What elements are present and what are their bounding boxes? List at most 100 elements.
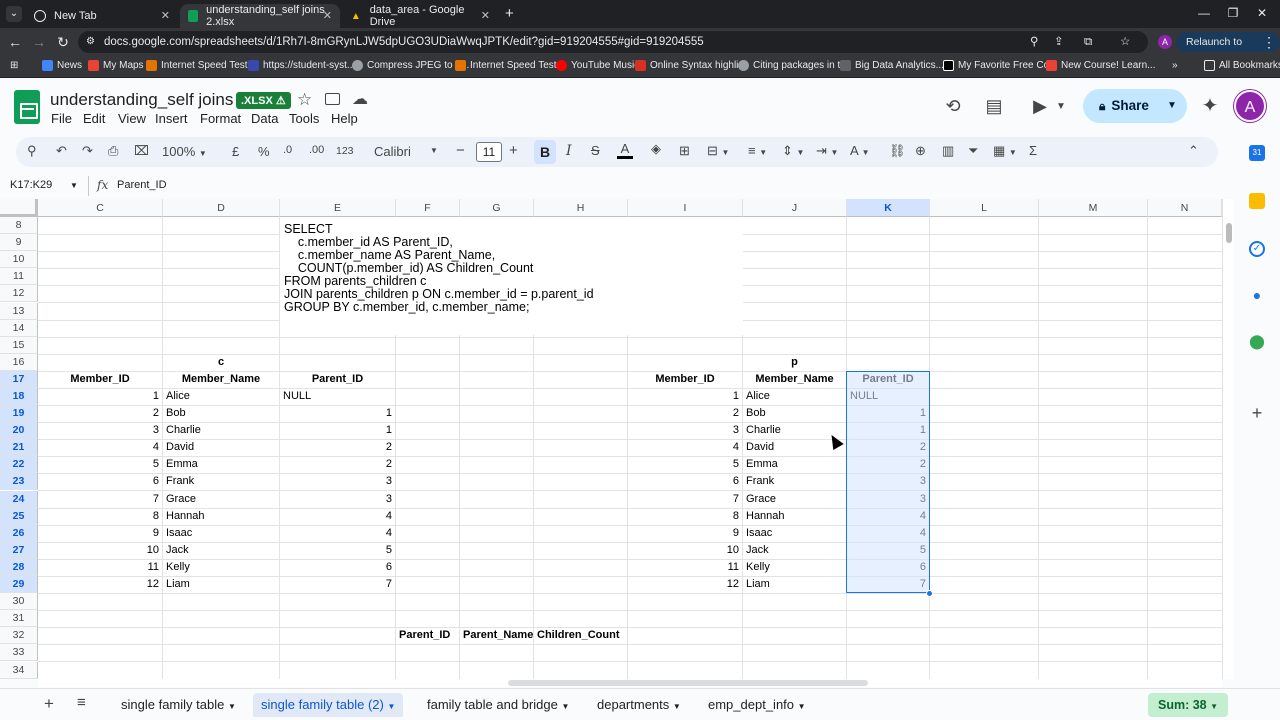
minimize-icon[interactable]: — [1194, 6, 1214, 20]
column-header-l[interactable]: L [930, 199, 1039, 217]
member-name-cell[interactable]: David [166, 441, 276, 453]
row-header-26[interactable]: 26 [0, 524, 38, 542]
meet-icon[interactable]: ▶ [1029, 96, 1051, 117]
calendar-icon[interactable]: 31 [1249, 145, 1265, 161]
bookmark-item[interactable]: https://student-syst... [248, 60, 355, 71]
member-id-cell[interactable]: 12 [41, 578, 159, 590]
parent-id-cell[interactable]: 2 [283, 441, 392, 453]
avatar[interactable]: A [1234, 90, 1266, 122]
member-name-cell[interactable]: Alice [746, 390, 843, 402]
member-id-cell[interactable]: 9 [631, 527, 739, 539]
site-info-icon[interactable]: ⚙ [86, 31, 95, 53]
merge-cells-icon[interactable]: ⊟ ▼ [707, 143, 729, 159]
member-id-cell[interactable]: 4 [631, 441, 739, 453]
italic-button[interactable]: I [566, 143, 572, 159]
font-size-input[interactable]: 11 [476, 142, 502, 162]
filter-views-icon[interactable]: ▦ ▼ [993, 143, 1017, 159]
browser-tab-drive[interactable]: ▲ data_area - Google Drive ✕ [342, 4, 498, 28]
member-name-cell[interactable]: Jack [746, 544, 843, 556]
bookmark-item[interactable]: Compress JPEG to 5... [352, 60, 469, 71]
bookmark-item[interactable]: Internet Speed Test... [455, 60, 565, 71]
row-header-19[interactable]: 19 [0, 405, 38, 423]
functions-icon[interactable]: Σ [1029, 143, 1037, 158]
menu-view[interactable]: View [118, 111, 146, 126]
cloud-status-icon[interactable]: ☁ [352, 89, 368, 109]
redo-icon[interactable]: ↷ [82, 143, 93, 159]
result-header[interactable]: Parent_ID [399, 629, 450, 641]
strikethrough-button[interactable]: S [591, 143, 600, 158]
add-sheet-icon[interactable]: + [44, 694, 54, 714]
browser-menu-icon[interactable]: ⋮ [1260, 34, 1278, 50]
row-header-28[interactable]: 28 [0, 558, 38, 576]
parent-id-cell[interactable]: 1 [283, 424, 392, 436]
parent-id-cell[interactable]: 3 [283, 475, 392, 487]
member-name-cell[interactable]: Isaac [746, 527, 843, 539]
bookmark-item[interactable]: My Favorite Free Co... [943, 60, 1057, 71]
select-all-corner[interactable] [0, 199, 38, 217]
parent-id-cell[interactable]: 1 [283, 407, 392, 419]
sheet-tab-active[interactable]: single family table (2) ▼ [253, 693, 404, 717]
parent-id-cell[interactable]: 3 [283, 493, 392, 505]
horizontal-scrollbar[interactable] [38, 679, 1222, 687]
font-size-increase-icon[interactable]: + [509, 142, 518, 159]
member-id-cell[interactable]: 8 [631, 510, 739, 522]
row-header-29[interactable]: 29 [0, 576, 38, 594]
parent-id-cell[interactable]: NULL [283, 390, 392, 402]
restore-icon[interactable]: ❐ [1223, 6, 1243, 20]
column-header-m[interactable]: M [1039, 199, 1148, 217]
member-id-cell[interactable]: 3 [631, 424, 739, 436]
member-id-cell[interactable]: 2 [41, 407, 159, 419]
borders-icon[interactable]: ⊞ [679, 143, 690, 159]
member-name-cell[interactable]: Kelly [746, 561, 843, 573]
member-id-cell[interactable]: 5 [41, 458, 159, 470]
decrease-decimal-button[interactable]: .0 [283, 144, 292, 156]
column-header-e[interactable]: E [280, 199, 396, 217]
column-header-i[interactable]: I [628, 199, 743, 217]
member-id-cell[interactable]: 7 [41, 493, 159, 505]
parent-id-cell[interactable]: 2 [283, 458, 392, 470]
browser-tab-new[interactable]: New Tab ✕ [26, 4, 178, 28]
gemini-icon[interactable]: ✦ [1199, 93, 1221, 118]
currency-button[interactable]: £ [232, 144, 239, 159]
member-id-cell[interactable]: 6 [631, 475, 739, 487]
row-header-31[interactable]: 31 [0, 610, 38, 628]
member-name-cell[interactable]: Charlie [746, 424, 843, 436]
row-header-21[interactable]: 21 [0, 439, 38, 457]
member-id-cell[interactable]: 10 [631, 544, 739, 556]
member-name-cell[interactable]: Liam [746, 578, 843, 590]
maps-icon[interactable]: ⬤ [1249, 333, 1265, 349]
share-page-icon[interactable]: ⇪ [1054, 31, 1064, 53]
table-alias-c[interactable]: c [166, 356, 276, 368]
member-id-cell[interactable]: 6 [41, 475, 159, 487]
table-header[interactable]: Member_ID [631, 373, 739, 385]
zoom-icon[interactable]: ⚲ [1030, 31, 1038, 53]
column-header-k[interactable]: K [847, 199, 930, 217]
bookmark-item[interactable]: YouTube Music [556, 60, 639, 71]
tab-search-icon[interactable]: ⌄ [6, 6, 22, 22]
column-header-j[interactable]: J [743, 199, 847, 217]
member-id-cell[interactable]: 4 [41, 441, 159, 453]
row-header-32[interactable]: 32 [0, 627, 38, 645]
member-id-cell[interactable]: 2 [631, 407, 739, 419]
add-addon-icon[interactable]: + [1249, 404, 1265, 422]
close-tab-icon[interactable]: ✕ [161, 9, 170, 22]
all-bookmarks[interactable]: All Bookmarks [1204, 60, 1280, 71]
member-name-cell[interactable]: Emma [166, 458, 276, 470]
increase-decimal-button[interactable]: .00 [309, 144, 324, 156]
member-name-cell[interactable]: Jack [166, 544, 276, 556]
parent-id-cell[interactable]: 6 [283, 561, 392, 573]
bookmark-item[interactable]: Online Syntax highli... [635, 60, 747, 71]
browser-tab-sheet[interactable]: understanding_self joins 2.xlsx ✕ [180, 4, 340, 28]
member-id-cell[interactable]: 9 [41, 527, 159, 539]
paint-format-icon[interactable]: ⌧ [134, 143, 149, 159]
vertical-scrollbar[interactable] [1222, 199, 1234, 679]
member-name-cell[interactable]: Isaac [166, 527, 276, 539]
spreadsheet-grid[interactable]: CDEFGHIJKLMN 8 9 10 11 12 13 14 15 16 17 18 19 20 21 2… [0, 199, 1222, 679]
menu-file[interactable]: File [51, 111, 72, 126]
column-header-d[interactable]: D [163, 199, 280, 217]
member-id-cell[interactable]: 3 [41, 424, 159, 436]
member-name-cell[interactable]: Liam [166, 578, 276, 590]
contacts-icon[interactable]: ● [1249, 287, 1265, 303]
menu-edit[interactable]: Edit [83, 111, 105, 126]
menu-help[interactable]: Help [331, 111, 358, 126]
